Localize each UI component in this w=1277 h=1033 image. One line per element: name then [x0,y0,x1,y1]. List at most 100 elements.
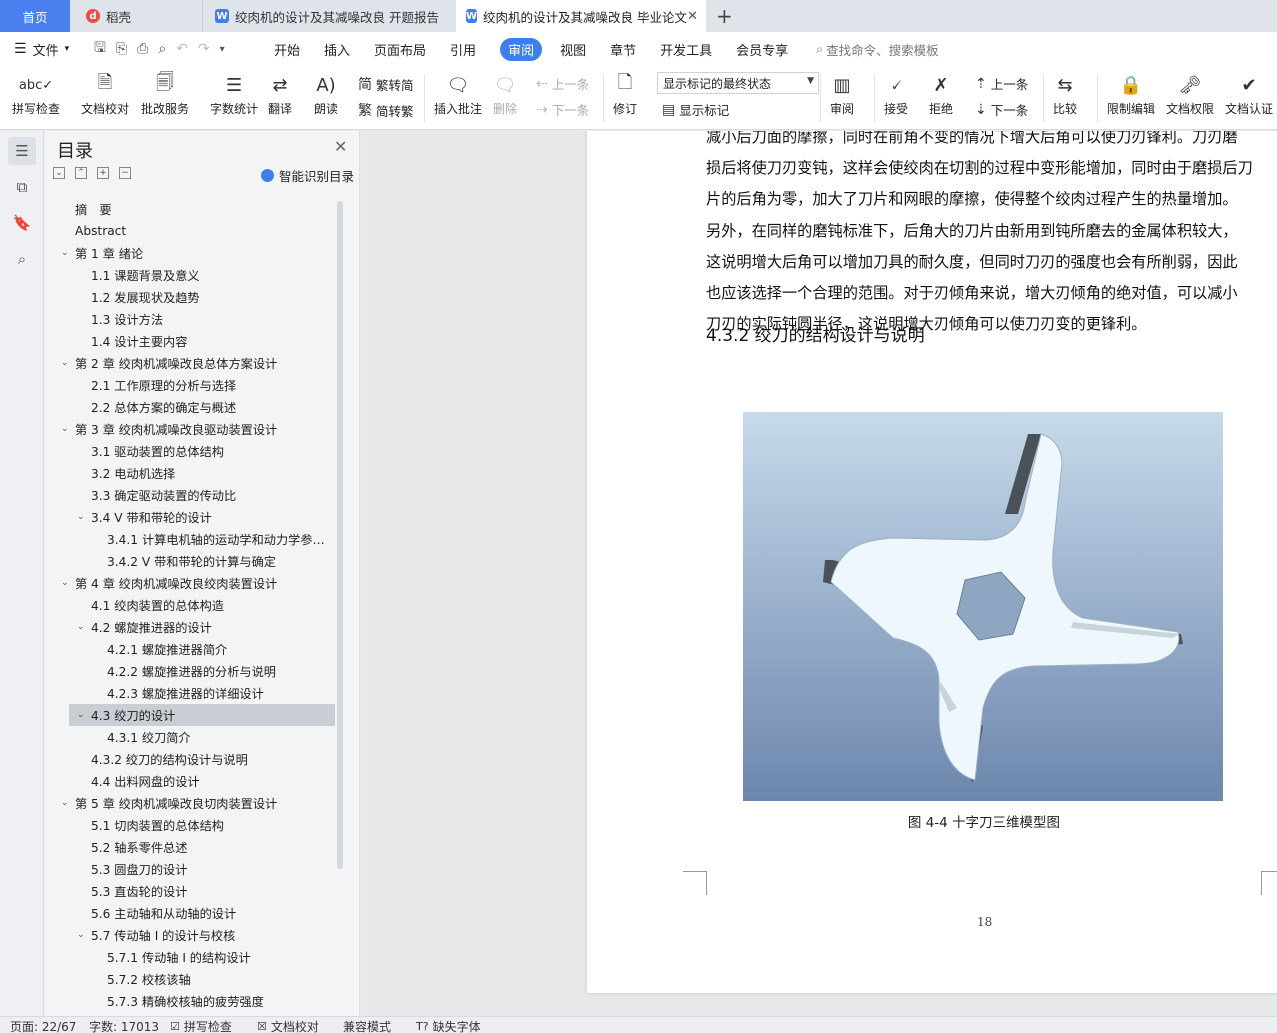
delete-comment-button[interactable]: 🗨 删除 [493,70,517,117]
outline-item[interactable]: ⌄ 4.2 螺旋推进器的设计 [45,616,345,638]
command-search[interactable]: ⌕ 查找命令、搜索模板 [816,40,939,59]
chevron-down-icon[interactable]: ⌄ [61,424,69,434]
outline-item[interactable]: 5.1 切肉装置的总体结构 [45,814,345,836]
read-aloud-button[interactable]: A) 朗读 [314,70,338,117]
outline-item[interactable]: 4.2.1 螺旋推进器简介 [45,638,345,660]
outline-item[interactable]: 4.1 绞肉装置的总体构造 [45,594,345,616]
menu-review[interactable]: 审阅 [500,37,543,61]
prev-change-button[interactable]: ⇡ 上一条 [975,74,1028,93]
outline-item[interactable]: ⌄ 5.7 传动轴 I 的设计与校核 [45,924,345,946]
outline-item[interactable]: 5.6 主动轴和从动轴的设计 [45,902,345,924]
review-pane-button[interactable]: ▥ 审阅 [830,70,854,117]
outline-item[interactable]: 1.3 设计方法 [45,308,345,330]
smart-toc-button[interactable]: 智能识别目录 [261,166,354,185]
outline-item[interactable]: ⌄ 第 1 章 绪论 [45,242,345,264]
doc-permission-button[interactable]: 🗝 文档权限 [1166,70,1214,117]
section-heading[interactable]: 4.3.2 绞刀的结构设计与说明 [706,321,925,346]
tab-docer[interactable]: d 稻壳 [72,0,200,32]
menu-page-layout[interactable]: 页面布局 [374,40,426,59]
chevron-down-icon[interactable]: ⌄ [61,578,69,588]
outline-item[interactable]: 3.1 驱动装置的总体结构 [45,440,345,462]
menu-references[interactable]: 引用 [450,40,476,59]
chevron-down-icon[interactable]: ⌄ [77,930,85,940]
insert-comment-button[interactable]: 🗨 插入批注 [434,70,482,117]
remove-icon[interactable]: − [119,167,131,179]
outline-item[interactable]: 2.2 总体方案的确定与概述 [45,396,345,418]
expand-icon[interactable]: ⌃ [75,167,87,179]
reject-button[interactable]: ✗ 拒绝 [929,70,953,117]
undo-icon[interactable]: ↶ [176,41,188,57]
outline-item[interactable]: 摘 要 [45,198,345,220]
outline-item[interactable]: 1.4 设计主要内容 [45,330,345,352]
outline-item[interactable]: 4.2.3 螺旋推进器的详细设计 [45,682,345,704]
menu-view[interactable]: 视图 [560,40,586,59]
restrict-editing-button[interactable]: 🔒 限制编辑 [1107,70,1155,117]
next-change-button[interactable]: ⇣ 下一条 [975,100,1028,119]
save-icon[interactable]: 🖫 [94,37,106,61]
menu-section[interactable]: 章节 [610,40,636,59]
translate-button[interactable]: ⇄ 翻译 [268,70,292,117]
missing-font[interactable]: T? 缺失字体 [416,1018,481,1033]
track-changes-button[interactable]: 🗋 修订 [613,70,637,117]
outline-item[interactable]: 1.2 发展现状及趋势 [45,286,345,308]
review-service-button[interactable]: 🗐 批改服务 [141,70,189,117]
close-tab-icon[interactable]: ✕ [687,9,698,24]
outline-item[interactable]: 3.4.1 计算电机轴的运动学和动力学参… [45,528,345,550]
print-icon[interactable]: ⎙ [137,41,148,57]
customize-icon[interactable]: ▾ [220,44,225,55]
status-doc-proof[interactable]: ☒ 文档校对 [257,1018,319,1033]
outline-item[interactable]: ⌄ 4.3 绞刀的设计 [69,704,335,726]
page-indicator[interactable]: 页面: 22/67 [10,1018,76,1033]
outline-item[interactable]: 5.3 直齿轮的设计 [45,880,345,902]
markup-state-select[interactable]: 显示标记的最终状态 ▼ [657,72,819,94]
add-icon[interactable]: + [97,167,109,179]
print-preview-icon[interactable]: ⌕ [158,41,166,57]
outline-item[interactable]: 1.1 课题背景及意义 [45,264,345,286]
outline-item[interactable]: 4.4 出料网盘的设计 [45,770,345,792]
chevron-down-icon[interactable]: ⌄ [77,622,85,632]
outline-item[interactable]: Abstract [45,220,345,242]
simplified-to-traditional-button[interactable]: 繁 简转繁 [358,100,414,120]
outline-item[interactable]: 5.7.3 精确校核轴的疲劳强度 [45,990,345,1012]
outline-item[interactable]: 5.7.2 校核该轴 [45,968,345,990]
outline-item[interactable]: 5.7.1 传动轴 I 的结构设计 [45,946,345,968]
outline-item[interactable]: ⌄ 第 5 章 绞肉机减噪改良切肉装置设计 [45,792,345,814]
outline-item[interactable]: 3.4.2 V 带和带轮的计算与确定 [45,550,345,572]
menu-member[interactable]: 会员专享 [736,40,788,59]
show-markup-button[interactable]: ▤ 显示标记 [662,100,729,119]
tab-doc-proposal[interactable]: W 绞肉机的设计及其减噪改良 开题报告 [202,0,454,32]
outline-panel-icon[interactable]: ☰ [8,137,36,165]
menu-developer[interactable]: 开发工具 [660,40,712,59]
outline-item[interactable]: 4.3.2 绞刀的结构设计与说明 [45,748,345,770]
spell-check-button[interactable]: abc✓ 拼写检查 [12,70,60,117]
chevron-down-icon[interactable]: ⌄ [61,248,69,258]
outline-item[interactable]: ⌄ 3.4 V 带和带轮的设计 [45,506,345,528]
word-count-button[interactable]: ☰ 字数统计 [210,70,258,117]
accept-button[interactable]: 🗸 接受 [884,70,908,117]
document-area[interactable]: 减小后刀面的摩擦，同时在前角不变的情况下增大后角可以使刀刃锋利。刀刃磨 损后将使刀… [361,131,1277,1016]
menu-start[interactable]: 开始 [274,40,300,59]
compare-button[interactable]: ⇆ 比较 [1053,70,1077,117]
outline-item[interactable]: 2.1 工作原理的分析与选择 [45,374,345,396]
collapse-icon[interactable]: ⌄ [53,167,65,179]
export-icon[interactable]: ⎘ [116,41,127,57]
bookmark-icon[interactable]: 🔖 [8,209,36,237]
navigation-icon[interactable]: ⧉ [8,173,36,201]
chevron-down-icon[interactable]: ⌄ [61,798,69,808]
prev-comment-button[interactable]: ⇠ 上一条 [536,74,589,93]
menu-insert[interactable]: 插入 [324,40,350,59]
document-page[interactable]: 减小后刀面的摩擦，同时在前角不变的情况下增大后角可以使刀刃锋利。刀刃磨 损后将使刀… [587,131,1277,993]
next-comment-button[interactable]: ⇢ 下一条 [536,100,589,119]
outline-item[interactable]: ⌄ 第 3 章 绞肉机减噪改良驱动装置设计 [45,418,345,440]
close-icon[interactable]: ✕ [334,137,347,156]
cross-blade-3d-figure[interactable] [743,412,1223,801]
outline-item[interactable]: 4.3.1 绞刀简介 [45,726,345,748]
word-count-indicator[interactable]: 字数: 17013 [89,1018,159,1033]
traditional-to-simplified-button[interactable]: 简 繁转简 [358,74,414,94]
chevron-down-icon[interactable]: ⌄ [61,358,69,368]
outline-item[interactable]: ⌄ 第 2 章 绞肉机减噪改良总体方案设计 [45,352,345,374]
doc-certify-button[interactable]: ✔ 文档认证 [1225,70,1273,117]
doc-proof-button[interactable]: 🗎 文档校对 [81,70,129,117]
chevron-down-icon[interactable]: ⌄ [77,512,85,522]
status-spell-check[interactable]: ☑ 拼写检查 [170,1018,232,1033]
